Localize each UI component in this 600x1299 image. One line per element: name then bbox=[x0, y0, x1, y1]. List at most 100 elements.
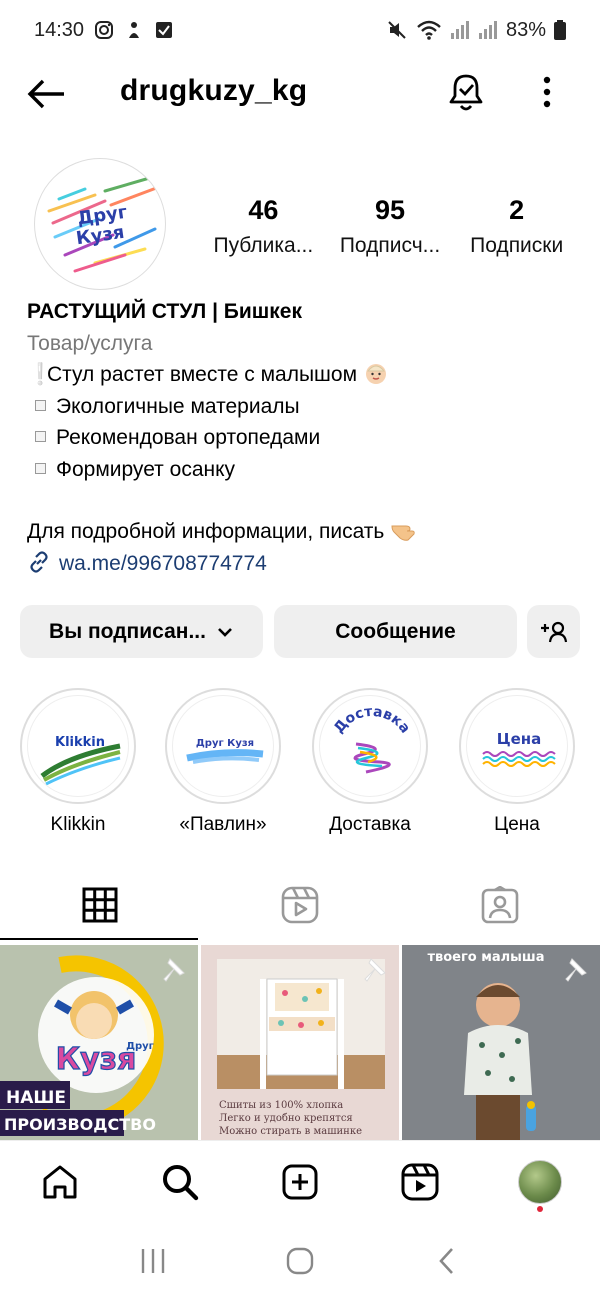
bio-line-text: Экологичные материалы bbox=[56, 394, 300, 418]
post-overlay-text: НАШЕ bbox=[6, 1088, 66, 1108]
post-overlay-text: Можно стирать в машинке bbox=[219, 1126, 362, 1137]
highlight-klikkin[interactable]: Klikkin Klikkin bbox=[20, 688, 136, 836]
highlight-pavlin[interactable]: Друг Кузя «Павлин» bbox=[165, 688, 281, 836]
bio-line-3: Рекомендован ортопедами bbox=[27, 422, 587, 454]
highlight-tsena[interactable]: Цена Цена bbox=[459, 688, 575, 836]
stat-posts-value: 46 bbox=[248, 195, 279, 225]
message-button[interactable]: Сообщение bbox=[274, 605, 517, 658]
bio-contact-line: Для подробной информации, писать bbox=[27, 516, 587, 548]
create-icon bbox=[282, 1164, 318, 1199]
bio-contact-text: Для подробной информации, писать bbox=[27, 520, 385, 543]
tab-grid[interactable] bbox=[0, 868, 200, 942]
pin-icon bbox=[565, 958, 587, 982]
profile-tabs bbox=[0, 868, 600, 942]
stat-followers-value: 95 bbox=[374, 195, 406, 225]
active-tab-indicator bbox=[0, 938, 198, 940]
back-chevron-icon[interactable] bbox=[432, 1246, 462, 1276]
nav-reels[interactable] bbox=[390, 1152, 450, 1212]
bio-category: Товар/услуга bbox=[27, 331, 153, 355]
bell-check-icon[interactable] bbox=[446, 72, 486, 112]
figure-notification-icon bbox=[129, 22, 140, 38]
profile-avatar[interactable]: Друг Кузя bbox=[34, 158, 166, 290]
bio-line-1: ❕Стул растет вместе с малышом bbox=[27, 359, 587, 391]
post-thumbnail-1[interactable]: Кузя Друг НАШЕ ПРОИЗВОДСТВО bbox=[0, 945, 198, 1140]
story-highlights: Klikkin Klikkin Друг Кузя «Павлин» Доста… bbox=[0, 688, 600, 838]
pin-icon bbox=[163, 958, 185, 982]
tab-tagged[interactable] bbox=[400, 868, 600, 942]
stat-following[interactable]: 2 Подписки bbox=[453, 192, 580, 264]
link-icon bbox=[30, 550, 48, 573]
bio-spacer bbox=[27, 485, 587, 516]
avatar-logo: Друг Кузя bbox=[47, 175, 161, 273]
baby-emoji-icon bbox=[365, 364, 386, 384]
highlight-label: Цена bbox=[494, 814, 540, 835]
home-icon bbox=[43, 1165, 77, 1198]
nav-create[interactable] bbox=[270, 1152, 330, 1212]
search-icon bbox=[163, 1164, 199, 1200]
tab-reels[interactable] bbox=[200, 868, 400, 942]
check-box-notification-icon bbox=[156, 22, 173, 38]
svg-text:Доставка: Доставка bbox=[331, 704, 413, 737]
pointing-hand-icon bbox=[391, 525, 415, 541]
highlight-cover-text: Доставка bbox=[331, 704, 413, 737]
post-thumbnail-2[interactable]: Сшиты из 100% хлопка Легко и удобно креп… bbox=[201, 945, 399, 1140]
highlight-ring: Друг Кузя bbox=[165, 688, 281, 804]
highlight-label: «Павлин» bbox=[179, 814, 267, 835]
stat-followers-label: Подписч... bbox=[339, 234, 441, 257]
bio-line-text: Рекомендован ортопедами bbox=[56, 426, 321, 449]
bio-link[interactable]: wa.me/996708774774 bbox=[27, 548, 587, 580]
bio-link-text[interactable]: wa.me/996708774774 bbox=[59, 552, 267, 575]
back-arrow-icon[interactable] bbox=[26, 74, 66, 114]
post-overlay-text: ПРОИЗВОДСТВО bbox=[4, 1115, 156, 1134]
nav-home[interactable] bbox=[30, 1152, 90, 1212]
add-person-button[interactable] bbox=[527, 605, 580, 658]
reels-icon bbox=[281, 886, 319, 924]
highlight-cover: Друг Кузя bbox=[172, 695, 274, 797]
pin-icon bbox=[364, 958, 386, 982]
instagram-notification-icon bbox=[95, 21, 114, 39]
stat-posts[interactable]: 46 Публика... bbox=[200, 192, 327, 264]
recents-icon[interactable] bbox=[138, 1247, 168, 1275]
post-overlay-text: Легко и удобно крепятся bbox=[219, 1113, 353, 1124]
bio-line-4: Формирует осанку bbox=[27, 454, 587, 486]
highlight-cover: Klikkin bbox=[27, 695, 129, 797]
bottom-navigation bbox=[0, 1140, 600, 1222]
status-bar: 14:30 83% bbox=[0, 0, 600, 60]
profile-username: drugkuzy_kg bbox=[120, 74, 308, 107]
following-button[interactable]: Вы подписан... bbox=[20, 605, 263, 658]
bio-name: РАСТУЩИЙ СТУЛ | Бишкек bbox=[27, 300, 302, 323]
profile-header: drugkuzy_kg bbox=[0, 60, 600, 124]
status-left: 14:30 bbox=[34, 19, 174, 42]
stat-posts-label: Публика... bbox=[213, 234, 314, 257]
highlight-label: Доставка bbox=[329, 814, 411, 835]
bio-line-2: Экологичные материалы bbox=[27, 391, 587, 423]
highlight-cover-text: Klikkin bbox=[55, 735, 105, 750]
wifi-icon bbox=[417, 20, 441, 40]
profile-stats: 46 Публика... 95 Подписч... 2 Подписки bbox=[200, 192, 580, 264]
tagged-icon bbox=[481, 886, 519, 924]
highlight-cover-text: Цена bbox=[497, 730, 542, 748]
highlight-ring: Klikkin bbox=[20, 688, 136, 804]
highlight-cover: Доставка bbox=[319, 695, 421, 797]
nav-profile[interactable] bbox=[510, 1152, 570, 1212]
post-logo-text: Кузя bbox=[56, 1042, 137, 1077]
notification-dot bbox=[537, 1205, 543, 1212]
signal-icon-2 bbox=[478, 21, 497, 39]
posts-grid: Кузя Друг НАШЕ ПРОИЗВОДСТВО Сшиты из 100… bbox=[0, 945, 600, 1140]
post-thumbnail-3[interactable]: твоего малыша bbox=[402, 945, 600, 1140]
status-time: 14:30 bbox=[34, 18, 85, 41]
bullet-icon bbox=[35, 399, 46, 411]
exclamation-icon: ❕ bbox=[27, 363, 54, 386]
bio-line-text: Формирует осанку bbox=[56, 457, 236, 481]
more-vertical-icon[interactable] bbox=[532, 72, 562, 112]
home-circle-icon[interactable] bbox=[285, 1246, 315, 1276]
stat-following-value: 2 bbox=[509, 195, 525, 225]
battery-percent: 83% bbox=[505, 18, 546, 41]
following-button-label: Вы подписан... bbox=[49, 619, 206, 643]
stat-following-label: Подписки bbox=[470, 234, 564, 257]
add-person-icon bbox=[540, 621, 567, 642]
highlight-dostavka[interactable]: Доставка Доставка bbox=[312, 688, 428, 836]
stat-followers[interactable]: 95 Подписч... bbox=[327, 192, 454, 264]
nav-search[interactable] bbox=[150, 1152, 210, 1212]
bullet-icon bbox=[35, 431, 46, 442]
